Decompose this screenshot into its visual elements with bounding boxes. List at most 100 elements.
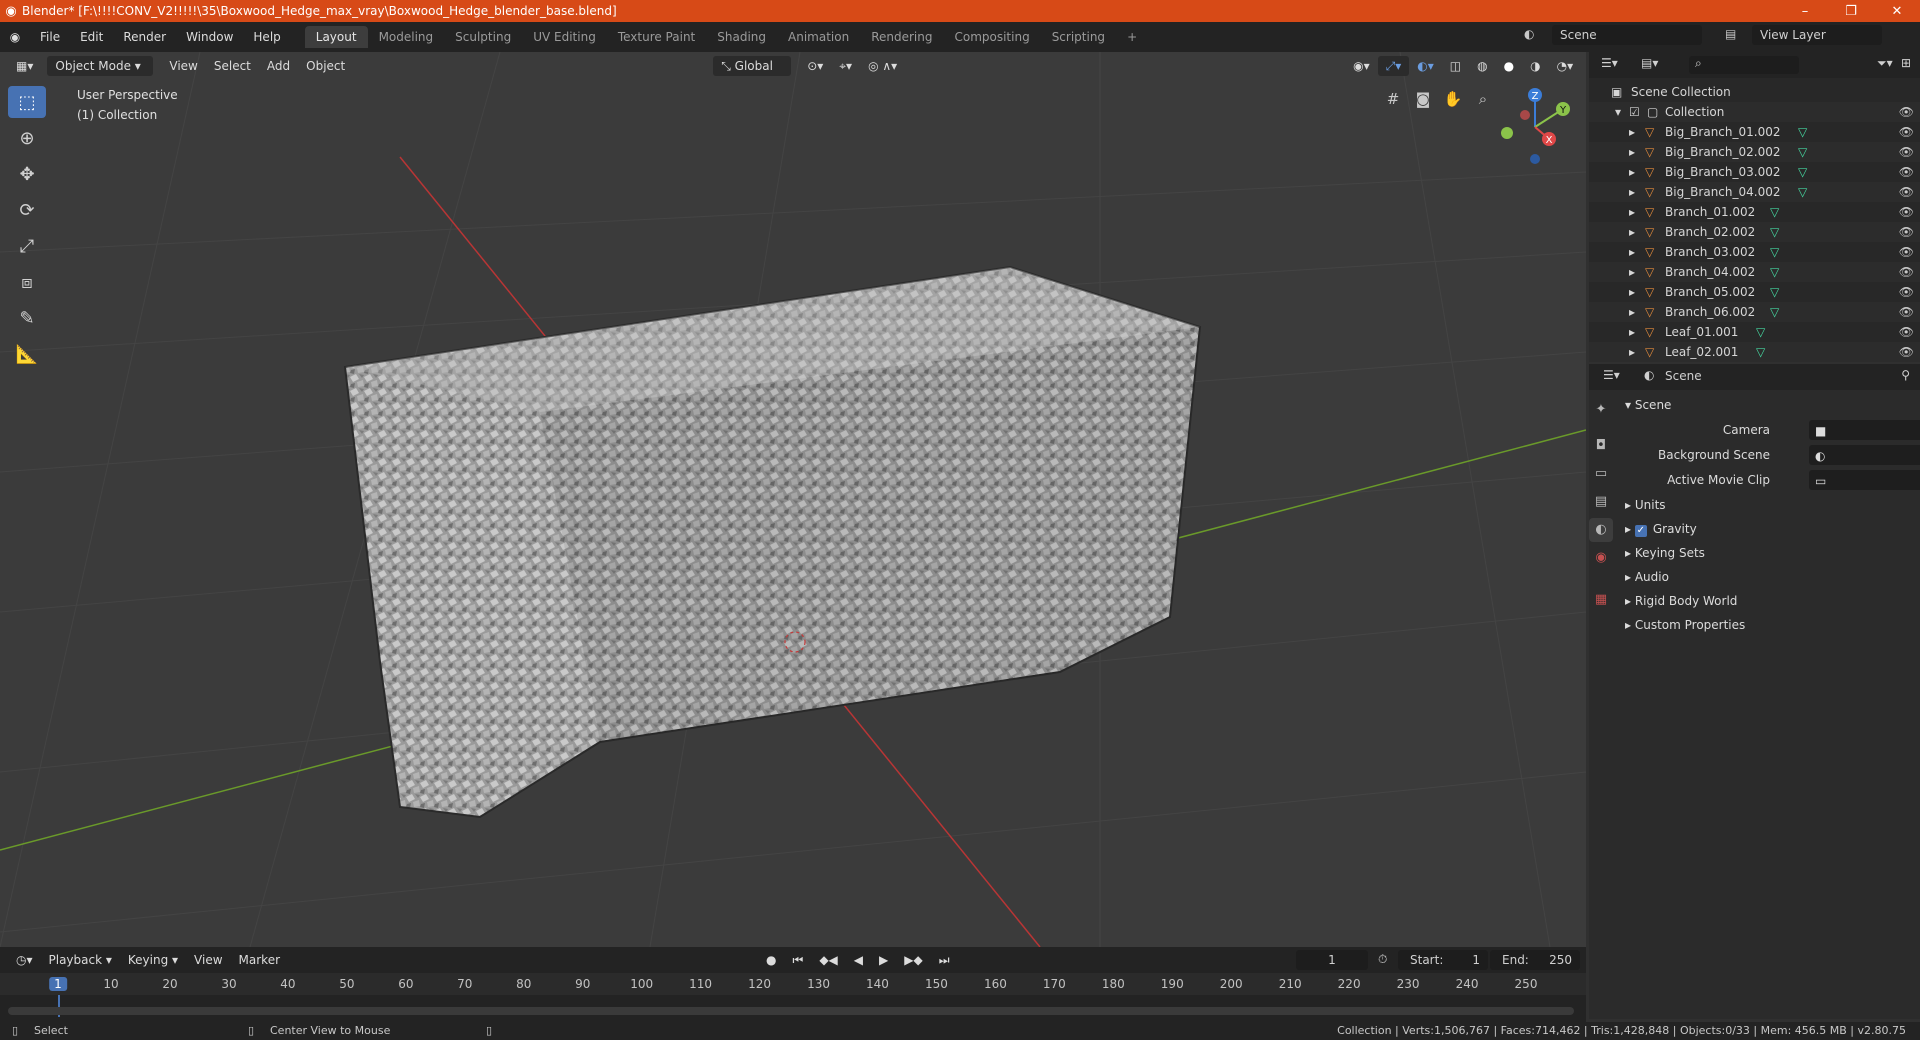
new-collection-icon[interactable]: ⊞ — [1901, 56, 1911, 70]
mesh-data-icon[interactable]: ▽ — [1798, 182, 1807, 202]
display-mode-icon[interactable]: ▤▾ — [1641, 56, 1658, 70]
keying-menu[interactable]: Keying ▾ — [120, 950, 186, 970]
outliner-object-row[interactable]: ▸ ▽ Branch_05.002 ▽ 👁 — [1589, 282, 1920, 302]
measure-tool-icon[interactable]: 📐 — [8, 338, 46, 370]
tab-animation[interactable]: Animation — [777, 26, 860, 48]
marker-menu[interactable]: Marker — [231, 950, 288, 970]
expand-arrow-icon[interactable]: ▸ — [1629, 302, 1635, 322]
viewport-menu-add[interactable]: Add — [259, 56, 298, 76]
viewport-menu-view[interactable]: View — [161, 56, 205, 76]
mesh-data-icon[interactable]: ▽ — [1770, 282, 1779, 302]
expand-arrow-icon[interactable]: ▸ — [1629, 222, 1635, 242]
mesh-data-icon[interactable]: ▽ — [1798, 142, 1807, 162]
scene-selector-icon[interactable]: ◐ — [1524, 27, 1534, 41]
texture-tab-icon[interactable]: ▦ — [1589, 588, 1613, 612]
eye-icon[interactable]: 👁 — [1899, 242, 1914, 262]
expand-arrow-icon[interactable]: ▸ — [1629, 282, 1635, 302]
view-layer-tab-icon[interactable]: ▤ — [1589, 490, 1613, 514]
view-layer-selector[interactable]: View Layer — [1752, 25, 1882, 45]
outliner-object-row[interactable]: ▸ ▽ Leaf_02.001 ▽ 👁 — [1589, 342, 1920, 362]
timeline-view-menu[interactable]: View — [186, 950, 230, 970]
overlays-icon[interactable]: ◐▾ — [1409, 56, 1442, 76]
outliner-object-row[interactable]: ▸ ▽ Branch_06.002 ▽ 👁 — [1589, 302, 1920, 322]
outliner-object-row[interactable]: ▸ ▽ Big_Branch_03.002 ▽ 👁 — [1589, 162, 1920, 182]
output-tab-icon[interactable]: ▭ — [1589, 462, 1613, 486]
panel-header-rigid-body-world[interactable]: ▸ Rigid Body World — [1625, 590, 1916, 612]
camera-field[interactable]: ■ — [1809, 420, 1920, 440]
eye-icon[interactable]: 👁 — [1899, 282, 1914, 302]
wireframe-shading-icon[interactable]: ◍ — [1469, 56, 1495, 76]
expand-arrow-icon[interactable]: ▸ — [1629, 142, 1635, 162]
playback-menu[interactable]: Playback ▾ — [41, 950, 120, 970]
cursor-tool-icon[interactable]: ⊕ — [8, 122, 46, 154]
annotate-tool-icon[interactable]: ✎ — [8, 302, 46, 334]
mesh-data-icon[interactable]: ▽ — [1770, 222, 1779, 242]
mesh-data-icon[interactable]: ▽ — [1756, 342, 1765, 362]
tab-scripting[interactable]: Scripting — [1041, 26, 1116, 48]
frame-ruler[interactable]: 1 10 20 30 40 50 60 70 80 90 100 110 120 130 140 150 160… — [0, 973, 1586, 995]
view-layer-icon[interactable]: ▤ — [1725, 27, 1736, 41]
background-scene-field[interactable]: ◐ — [1809, 445, 1920, 465]
object-mode-dropdown[interactable]: Object Mode ▾ — [47, 56, 154, 76]
eye-icon[interactable]: 👁 — [1899, 202, 1914, 222]
panel-header-units[interactable]: ▸ Units — [1625, 494, 1916, 516]
blender-menu-icon[interactable]: ◉ — [0, 30, 30, 44]
mesh-data-icon[interactable]: ▽ — [1798, 122, 1807, 142]
tab-modeling[interactable]: Modeling — [368, 26, 445, 48]
expand-arrow-icon[interactable]: ▸ — [1629, 262, 1635, 282]
scale-tool-icon[interactable]: ⤢ — [8, 230, 46, 262]
outliner-object-row[interactable]: ▸ ▽ Branch_02.002 ▽ 👁 — [1589, 222, 1920, 242]
tab-compositing[interactable]: Compositing — [943, 26, 1040, 48]
proportional-editing-icon[interactable]: ◎ ∧▾ — [860, 56, 905, 76]
outliner-object-row[interactable]: ▸ ▽ Big_Branch_04.002 ▽ 👁 — [1589, 182, 1920, 202]
menu-window[interactable]: Window — [176, 26, 243, 48]
outliner-object-row[interactable]: ▸ ▽ Leaf_01.001 ▽ 👁 — [1589, 322, 1920, 342]
jump-start-icon[interactable]: ⏮ — [785, 950, 812, 970]
zoom-icon[interactable]: ⌕ — [1470, 86, 1496, 112]
outliner-editor-icon[interactable]: ☰▾ — [1601, 56, 1618, 70]
tool-tab-icon[interactable]: ✦ — [1589, 398, 1613, 422]
tab-layout[interactable]: Layout — [304, 26, 368, 48]
viewport-menu-object[interactable]: Object — [298, 56, 353, 76]
transform-orientation-dropdown[interactable]: ⤡ Global — [713, 56, 792, 76]
eye-icon[interactable]: 👁 — [1899, 122, 1914, 142]
timeline-scrollbar[interactable] — [8, 1007, 1574, 1015]
movie-clip-field[interactable]: ▭ — [1809, 470, 1920, 490]
mesh-data-icon[interactable]: ▽ — [1770, 302, 1779, 322]
camera-view-icon[interactable]: ◙ — [1410, 86, 1436, 112]
current-frame-field[interactable]: 1 — [1296, 950, 1368, 970]
outliner-object-row[interactable]: ▸ ▽ Big_Branch_01.002 ▽ 👁 — [1589, 122, 1920, 142]
gizmo-toggle-icon[interactable]: ⤢▾ — [1377, 56, 1410, 76]
filter-icon[interactable]: ⏷▾ — [1877, 56, 1893, 71]
outliner-collection[interactable]: ▾ ☑ ▢ Collection 👁 — [1589, 102, 1920, 122]
outliner-object-row[interactable]: ▸ ▽ Branch_03.002 ▽ 👁 — [1589, 242, 1920, 262]
menu-edit[interactable]: Edit — [70, 26, 113, 48]
eye-icon[interactable]: 👁 — [1899, 222, 1914, 242]
tab-uv-editing[interactable]: UV Editing — [522, 26, 607, 48]
render-tab-icon[interactable]: ◘ — [1589, 434, 1613, 458]
mesh-data-icon[interactable]: ▽ — [1770, 202, 1779, 222]
outliner-object-row[interactable]: ▸ ▽ Branch_01.002 ▽ 👁 — [1589, 202, 1920, 222]
menu-file[interactable]: File — [30, 26, 70, 48]
play-icon[interactable]: ▶ — [871, 950, 896, 970]
pin-icon[interactable]: ⚲ — [1901, 368, 1910, 382]
maximize-button[interactable]: ❐ — [1828, 4, 1874, 19]
end-frame-field[interactable]: End: 250 — [1490, 950, 1580, 970]
record-icon[interactable]: ● — [758, 950, 784, 970]
expand-arrow-icon[interactable]: ▸ — [1629, 162, 1635, 182]
visibility-icon[interactable]: ◉▾ — [1345, 56, 1378, 76]
pan-hand-icon[interactable]: ✋ — [1440, 86, 1466, 112]
tab-shading[interactable]: Shading — [706, 26, 777, 48]
transform-tool-icon[interactable]: ⧈ — [8, 266, 46, 298]
viewport-menu-select[interactable]: Select — [206, 56, 259, 76]
expand-arrow-icon[interactable]: ▸ — [1629, 342, 1635, 362]
navigation-gizmo[interactable]: Z Y X — [1495, 87, 1575, 167]
add-workspace-button[interactable]: + — [1116, 26, 1148, 48]
scene-tab-icon[interactable]: ◐ — [1589, 518, 1613, 542]
eye-icon[interactable]: 👁 — [1899, 182, 1914, 202]
gravity-checkbox[interactable]: ✓ — [1634, 525, 1647, 537]
stopwatch-icon[interactable]: ⏱ — [1378, 952, 1387, 967]
outliner-search-input[interactable]: ⌕ — [1689, 56, 1799, 74]
start-frame-field[interactable]: Start: 1 — [1398, 950, 1488, 970]
xray-icon[interactable]: ◫ — [1442, 56, 1469, 76]
